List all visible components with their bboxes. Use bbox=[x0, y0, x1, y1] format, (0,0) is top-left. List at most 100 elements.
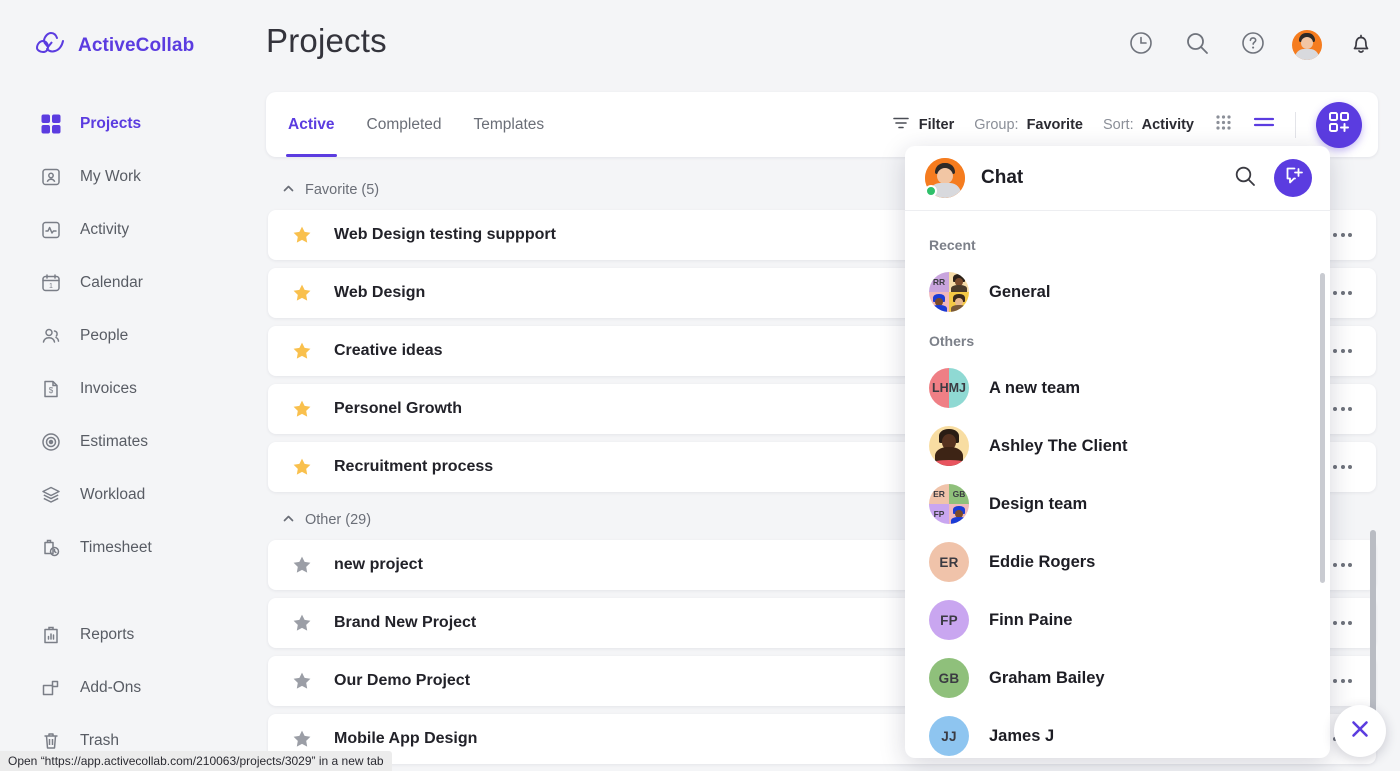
group-label: Favorite (5) bbox=[305, 182, 379, 198]
row-menu-button[interactable] bbox=[1333, 679, 1352, 683]
chat-user-avatar[interactable] bbox=[925, 158, 965, 198]
list-item[interactable]: JJ James J bbox=[905, 707, 1330, 758]
report-chart-icon bbox=[40, 624, 62, 646]
chat-conversation-list[interactable]: Recent RR bbox=[905, 211, 1330, 758]
chevron-up-icon bbox=[282, 512, 295, 529]
person-card-icon bbox=[40, 166, 62, 188]
notifications-button[interactable] bbox=[1344, 28, 1378, 62]
person-photo-icon bbox=[929, 426, 969, 466]
row-menu-button[interactable] bbox=[1333, 291, 1352, 295]
avatar-quadrant-photo bbox=[949, 292, 969, 312]
star-icon-outline[interactable] bbox=[292, 729, 312, 749]
svg-text:$: $ bbox=[49, 386, 54, 395]
avatar-quadrant-photo bbox=[949, 272, 969, 292]
row-menu-button[interactable] bbox=[1333, 621, 1352, 625]
sidebar-item-my-work[interactable]: My Work bbox=[0, 150, 266, 203]
sort-selector[interactable]: Sort: Activity bbox=[1103, 117, 1194, 133]
grid-dots-icon bbox=[1214, 113, 1233, 136]
project-title: Creative ideas bbox=[334, 342, 443, 360]
search-button[interactable] bbox=[1180, 28, 1214, 62]
target-icon bbox=[40, 431, 62, 453]
sidebar-item-calendar[interactable]: 1 Calendar bbox=[0, 256, 266, 309]
avatar-group: ER GB FP bbox=[929, 484, 969, 524]
avatar-quadrant-initials: GB bbox=[949, 484, 969, 504]
sort-label: Sort: bbox=[1103, 117, 1134, 133]
sidebar-item-projects[interactable]: Projects bbox=[0, 97, 266, 150]
list-item[interactable]: ER Eddie Rogers bbox=[905, 533, 1330, 591]
avatar-body bbox=[1295, 49, 1319, 60]
list-item[interactable]: FP Finn Paine bbox=[905, 591, 1330, 649]
chat-scrollbar[interactable] bbox=[1320, 273, 1325, 583]
search-icon bbox=[1184, 30, 1210, 61]
sidebar-item-timesheet[interactable]: Timesheet bbox=[0, 521, 266, 574]
sidebar-item-activity[interactable]: Activity bbox=[0, 203, 266, 256]
row-menu-button[interactable] bbox=[1333, 407, 1352, 411]
star-icon-outline[interactable] bbox=[292, 613, 312, 633]
sidebar-item-label: Projects bbox=[80, 115, 141, 133]
row-menu-button[interactable] bbox=[1333, 233, 1352, 237]
star-icon-outline[interactable] bbox=[292, 555, 312, 575]
chat-panel: Chat Recent RR bbox=[905, 146, 1330, 758]
filter-button[interactable]: Filter bbox=[891, 113, 954, 137]
avatar: ER bbox=[929, 542, 969, 582]
header-actions bbox=[1124, 28, 1378, 62]
group-value: Favorite bbox=[1027, 117, 1083, 133]
list-scrollbar[interactable] bbox=[1370, 530, 1376, 730]
list-item[interactable]: ER GB FP Design team bbox=[905, 475, 1330, 533]
list-item[interactable]: Ashley The Client bbox=[905, 417, 1330, 475]
list-item[interactable]: GB Graham Bailey bbox=[905, 649, 1330, 707]
close-chat-button[interactable] bbox=[1334, 705, 1386, 757]
conversation-name: James J bbox=[989, 727, 1054, 746]
tab-templates[interactable]: Templates bbox=[472, 92, 547, 157]
sidebar-item-label: Reports bbox=[80, 626, 134, 644]
row-menu-button[interactable] bbox=[1333, 465, 1352, 469]
sidebar-item-workload[interactable]: Workload bbox=[0, 468, 266, 521]
star-icon-filled[interactable] bbox=[292, 341, 312, 361]
sidebar-item-estimates[interactable]: Estimates bbox=[0, 415, 266, 468]
row-menu-button[interactable] bbox=[1333, 563, 1352, 567]
conversation-name: Eddie Rogers bbox=[989, 553, 1095, 572]
star-icon-filled[interactable] bbox=[292, 399, 312, 419]
sidebar-item-add-ons[interactable]: Add-Ons bbox=[0, 661, 266, 714]
status-bar: Open “https://app.activecollab.com/21006… bbox=[0, 751, 392, 771]
tab-active[interactable]: Active bbox=[286, 92, 337, 157]
star-icon-filled[interactable] bbox=[292, 283, 312, 303]
timer-button[interactable] bbox=[1124, 28, 1158, 62]
user-avatar[interactable] bbox=[1292, 30, 1322, 60]
project-title: Web Design bbox=[334, 284, 425, 302]
star-icon-outline[interactable] bbox=[292, 671, 312, 691]
app-root: ActiveCollab Projects My Work Activity bbox=[0, 0, 1400, 771]
row-menu-button[interactable] bbox=[1333, 349, 1352, 353]
star-icon-filled[interactable] bbox=[292, 457, 312, 477]
tab-completed[interactable]: Completed bbox=[365, 92, 444, 157]
add-project-button[interactable] bbox=[1316, 102, 1362, 148]
star-icon-filled[interactable] bbox=[292, 225, 312, 245]
sidebar-item-people[interactable]: People bbox=[0, 309, 266, 362]
avatar-quadrant-initials: ER bbox=[929, 484, 949, 504]
mini-face-icon bbox=[929, 292, 949, 312]
sidebar-item-reports[interactable]: Reports bbox=[0, 608, 266, 661]
search-icon bbox=[1233, 164, 1257, 193]
chat-search-button[interactable] bbox=[1228, 161, 1262, 195]
list-view-button[interactable] bbox=[1253, 113, 1275, 136]
brand-logo[interactable]: ActiveCollab bbox=[0, 0, 266, 61]
group-selector[interactable]: Group: Favorite bbox=[974, 117, 1083, 133]
chat-title: Chat bbox=[981, 167, 1228, 189]
list-item[interactable]: RR bbox=[905, 263, 1330, 321]
group-label: Group: bbox=[974, 117, 1018, 133]
mini-face-icon bbox=[949, 292, 969, 312]
close-icon bbox=[1348, 717, 1372, 746]
grid-view-button[interactable] bbox=[1214, 113, 1233, 136]
help-button[interactable] bbox=[1236, 28, 1270, 62]
sort-value: Activity bbox=[1142, 117, 1194, 133]
conversation-name: A new team bbox=[989, 379, 1080, 398]
sidebar-item-invoices[interactable]: $ Invoices bbox=[0, 362, 266, 415]
list-item[interactable]: LHMJ A new team bbox=[905, 359, 1330, 417]
chat-section-label: Others bbox=[905, 321, 1330, 359]
clock-icon bbox=[1128, 30, 1154, 61]
new-conversation-button[interactable] bbox=[1274, 159, 1312, 197]
avatar: FP bbox=[929, 600, 969, 640]
brand-name: ActiveCollab bbox=[78, 35, 194, 57]
sidebar-item-label: People bbox=[80, 327, 128, 345]
trash-icon bbox=[40, 730, 62, 752]
